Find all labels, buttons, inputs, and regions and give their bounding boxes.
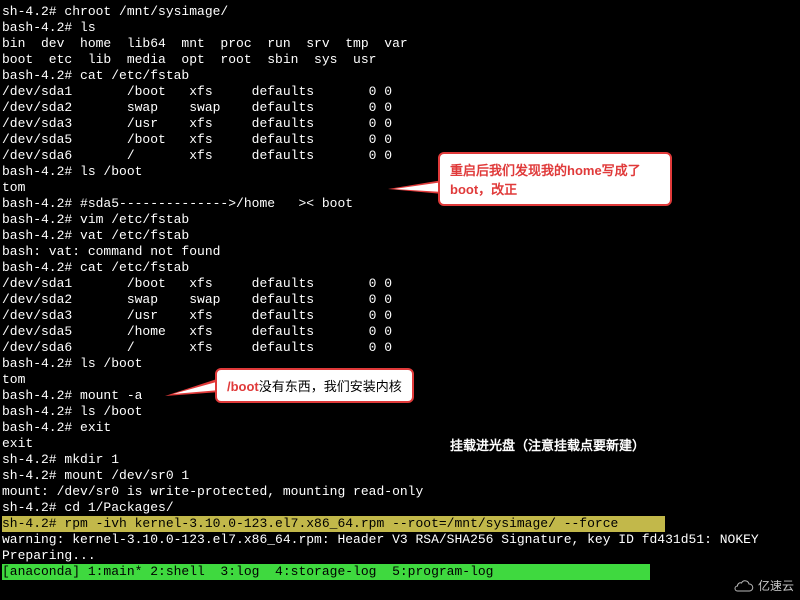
terminal-line: /dev/sda3 /usr xfs defaults 0 0: [2, 116, 798, 132]
terminal-line: boot etc lib media opt root sbin sys usr: [2, 52, 798, 68]
watermark: 亿速云: [732, 577, 794, 594]
terminal-line: sh-4.2# chroot /mnt/sysimage/: [2, 4, 798, 20]
callout-1-text: 重启后我们发现我的home写成了boot，改正: [450, 163, 641, 197]
terminal-line: sh-4.2# mount /dev/sr0 1: [2, 468, 798, 484]
annotation-note: 挂载进光盘（注意挂载点要新建）: [450, 435, 645, 454]
terminal-line: bash-4.2# ls: [2, 20, 798, 36]
terminal-line-highlight: sh-4.2# rpm -ivh kernel-3.10.0-123.el7.x…: [2, 516, 798, 532]
terminal-line: /dev/sda2 swap swap defaults 0 0: [2, 100, 798, 116]
terminal-line: mount: /dev/sr0 is write-protected, moun…: [2, 484, 798, 500]
terminal-line: bash-4.2# ls /boot: [2, 404, 798, 420]
terminal-line: bash-4.2# vim /etc/fstab: [2, 212, 798, 228]
terminal-line: bash-4.2# cat /etc/fstab: [2, 68, 798, 84]
callout-2-prefix: /boot: [227, 379, 259, 394]
terminal-line: bash-4.2# vat /etc/fstab: [2, 228, 798, 244]
callout-2-text: 没有东西，我们安装内核: [259, 379, 402, 394]
terminal-line: bin dev home lib64 mnt proc run srv tmp …: [2, 36, 798, 52]
terminal-line: Preparing...: [2, 548, 798, 564]
terminal-line: bash-4.2# ls /boot: [2, 164, 798, 180]
annotation-note-text: 挂载进光盘（注意挂载点要新建）: [450, 438, 645, 453]
terminal-line: /dev/sda5 /home xfs defaults 0 0: [2, 324, 798, 340]
terminal-line: /dev/sda1 /boot xfs defaults 0 0: [2, 276, 798, 292]
terminal-line: warning: kernel-3.10.0-123.el7.x86_64.rp…: [2, 532, 798, 548]
terminal-line: /dev/sda1 /boot xfs defaults 0 0: [2, 84, 798, 100]
watermark-text: 亿速云: [758, 577, 794, 594]
terminal-line: sh-4.2# mkdir 1: [2, 452, 798, 468]
cloud-icon: [732, 579, 754, 593]
terminal-line: /dev/sda6 / xfs defaults 0 0: [2, 148, 798, 164]
terminal-line: sh-4.2# cd 1/Packages/: [2, 500, 798, 516]
status-bar: [anaconda] 1:main* 2:shell 3:log 4:stora…: [2, 564, 798, 580]
terminal-line: /dev/sda2 swap swap defaults 0 0: [2, 292, 798, 308]
terminal-line: bash-4.2# #sda5-------------->/home >< b…: [2, 196, 798, 212]
terminal-line: /dev/sda5 /boot xfs defaults 0 0: [2, 132, 798, 148]
terminal-line: bash-4.2# cat /etc/fstab: [2, 260, 798, 276]
terminal-line: /dev/sda6 / xfs defaults 0 0: [2, 340, 798, 356]
terminal-output[interactable]: sh-4.2# chroot /mnt/sysimage/bash-4.2# l…: [0, 0, 800, 584]
callout-1: 重启后我们发现我的home写成了boot，改正: [438, 152, 672, 206]
callout-2: /boot没有东西，我们安装内核: [215, 368, 414, 403]
terminal-line: exit: [2, 436, 798, 452]
terminal-line: /dev/sda3 /usr xfs defaults 0 0: [2, 308, 798, 324]
terminal-line: bash: vat: command not found: [2, 244, 798, 260]
terminal-line: bash-4.2# exit: [2, 420, 798, 436]
